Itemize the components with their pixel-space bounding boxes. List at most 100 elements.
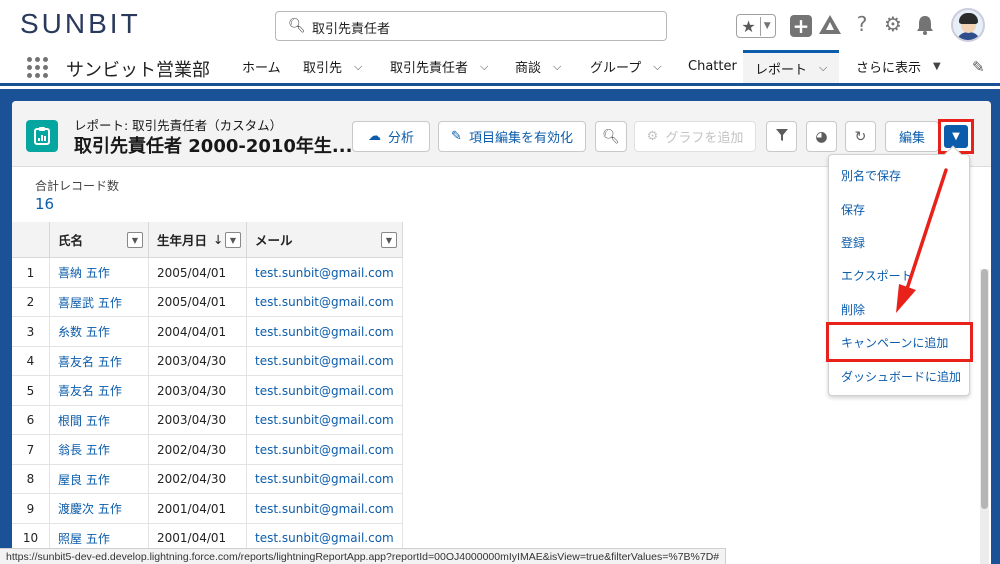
help-icon[interactable]: ? [852, 12, 872, 36]
email-cell[interactable]: test.sunbit@gmail.com [247, 346, 403, 376]
column-menu-icon[interactable]: ▼ [381, 232, 397, 248]
chevron-down-icon[interactable]: ⌵ [480, 60, 488, 74]
sunbit-logo[interactable]: SUNBIT [20, 8, 141, 40]
nav-item-groups[interactable]: グループ ⌵ [590, 50, 662, 83]
menu-item-delete[interactable]: 削除 [829, 298, 971, 320]
name-cell[interactable]: 翁長 五作 [50, 435, 149, 465]
bell-icon[interactable] [914, 13, 936, 37]
table-row: 4 喜友名 五作 2003/04/30 test.sunbit@gmail.com [12, 346, 403, 376]
logo-text: SUNBIT [20, 8, 141, 39]
analysis-button[interactable]: ☁ 分析 [352, 121, 430, 152]
column-header-label: メール [255, 233, 293, 248]
email-cell[interactable]: test.sunbit@gmail.com [247, 494, 403, 524]
menu-item-export[interactable]: エクスポート [829, 264, 971, 286]
column-menu-icon[interactable]: ▼ [127, 232, 143, 248]
chevron-down-icon[interactable]: ⌵ [354, 60, 362, 74]
chevron-down-icon[interactable]: ▼ [761, 21, 771, 31]
nav-item-accounts[interactable]: 取引先 ⌵ [303, 50, 362, 83]
column-menu-icon[interactable]: ▼ [225, 232, 241, 248]
plus-icon[interactable]: + [790, 14, 812, 38]
birthdate-cell: 2002/04/30 [149, 435, 247, 465]
nav-item-label: グループ [590, 61, 642, 76]
pie-chart-icon: ◕ [815, 128, 828, 145]
global-search-input[interactable]: 🔍︎ 取引先責任者 [275, 11, 667, 41]
email-cell[interactable]: test.sunbit@gmail.com [247, 376, 403, 406]
menu-item-save[interactable]: 保存 [829, 198, 971, 220]
favorites-button[interactable]: ★ ▼ [736, 14, 776, 38]
table-row: 6 根間 五作 2003/04/30 test.sunbit@gmail.com [12, 405, 403, 435]
filter-button[interactable] [766, 121, 797, 152]
caret-down-icon: ▼ [944, 125, 968, 148]
column-header-birthdate[interactable]: 生年月日 ↓ ▼ [149, 222, 247, 258]
column-header-name[interactable]: 氏名 ▼ [50, 222, 149, 258]
trailhead-icon[interactable] [818, 13, 842, 37]
birthdate-cell: 2001/04/01 [149, 494, 247, 524]
row-number-header [12, 222, 50, 258]
name-cell[interactable]: 喜納 五作 [50, 258, 149, 288]
birthdate-cell: 2002/04/30 [149, 464, 247, 494]
email-cell[interactable]: test.sunbit@gmail.com [247, 405, 403, 435]
nav-item-reports[interactable]: レポート ⌵ [743, 50, 840, 83]
analysis-icon: ☁ [367, 129, 381, 144]
more-actions-menu: 別名で保存 保存 登録 エクスポート 削除 キャンペーンに追加 ダッシュボードに… [826, 145, 973, 396]
name-cell[interactable]: 根間 五作 [50, 405, 149, 435]
menu-item-add-to-campaign[interactable]: キャンペーンに追加 [826, 322, 973, 362]
name-cell[interactable]: 喜屋武 五作 [50, 287, 149, 317]
email-cell[interactable]: test.sunbit@gmail.com [247, 258, 403, 288]
row-number-cell: 6 [12, 405, 50, 435]
button-label: 編集 [898, 131, 925, 146]
vertical-scrollbar[interactable] [980, 269, 989, 564]
caret-down-icon[interactable]: ▼ [933, 61, 941, 72]
name-cell[interactable]: 喜友名 五作 [50, 346, 149, 376]
avatar[interactable] [951, 8, 985, 42]
birthdate-cell: 2004/04/01 [149, 317, 247, 347]
nav-item-label: Chatter [688, 59, 737, 74]
nav-item-contacts[interactable]: 取引先責任者 ⌵ [390, 50, 488, 83]
nav-item-label: レポート [755, 62, 808, 78]
email-cell[interactable]: test.sunbit@gmail.com [247, 435, 403, 465]
table-row: 9 渡慶次 五作 2001/04/01 test.sunbit@gmail.com [12, 494, 403, 524]
table-row: 3 糸数 五作 2004/04/01 test.sunbit@gmail.com [12, 317, 403, 347]
button-label: 項目編集を有効化 [468, 131, 573, 146]
column-header-email[interactable]: メール ▼ [247, 222, 403, 258]
gear-icon[interactable]: ⚙ [882, 12, 904, 36]
chevron-down-icon[interactable]: ⌵ [819, 61, 827, 75]
name-cell[interactable]: 屋良 五作 [50, 464, 149, 494]
edit-button[interactable]: 編集 [885, 121, 939, 152]
add-chart-button[interactable]: ⚙ グラフを追加 [634, 121, 756, 152]
nav-item-home[interactable]: ホーム [242, 50, 281, 83]
column-header-label: 生年月日 [157, 233, 208, 248]
star-icon: ★ [741, 16, 761, 36]
email-cell[interactable]: test.sunbit@gmail.com [247, 317, 403, 347]
refresh-button[interactable]: ↻ [845, 121, 876, 152]
chart-toggle-button[interactable]: ◕ [806, 121, 837, 152]
enable-field-edit-button[interactable]: ✎ 項目編集を有効化 [438, 121, 586, 152]
row-number-cell: 8 [12, 464, 50, 494]
search-button[interactable]: 🔍︎ [595, 121, 627, 152]
name-cell[interactable]: 喜友名 五作 [50, 376, 149, 406]
row-number-cell: 2 [12, 287, 50, 317]
scrollbar-thumb[interactable] [981, 269, 988, 509]
nav-item-more[interactable]: さらに表示 ▼ [856, 50, 941, 83]
row-number-cell: 5 [12, 376, 50, 406]
sort-descending-icon: ↓ [213, 232, 224, 247]
chevron-down-icon[interactable]: ⌵ [653, 60, 661, 74]
nav-item-opportunities[interactable]: 商談 ⌵ [515, 50, 561, 83]
app-launcher-icon[interactable] [27, 57, 48, 78]
email-cell[interactable]: test.sunbit@gmail.com [247, 464, 403, 494]
name-cell[interactable]: 渡慶次 五作 [50, 494, 149, 524]
status-bar-url: https://sunbit5-dev-ed.develop.lightning… [0, 548, 727, 564]
menu-item-save-as[interactable]: 別名で保存 [829, 164, 971, 186]
name-cell[interactable]: 糸数 五作 [50, 317, 149, 347]
email-cell[interactable]: test.sunbit@gmail.com [247, 287, 403, 317]
column-header-label: 氏名 [58, 233, 84, 248]
nav-item-chatter[interactable]: Chatter [688, 50, 737, 83]
menu-item-subscribe[interactable]: 登録 [829, 231, 971, 253]
refresh-icon: ↻ [854, 128, 867, 145]
table-row: 2 喜屋武 五作 2005/04/01 test.sunbit@gmail.com [12, 287, 403, 317]
search-icon: 🔍︎ [602, 128, 620, 145]
menu-item-add-to-dashboard[interactable]: ダッシュボードに追加 [829, 365, 971, 387]
edit-nav-icon[interactable]: ✎ [972, 58, 985, 76]
pencil-icon: ✎ [451, 129, 462, 144]
chevron-down-icon[interactable]: ⌵ [553, 60, 561, 74]
